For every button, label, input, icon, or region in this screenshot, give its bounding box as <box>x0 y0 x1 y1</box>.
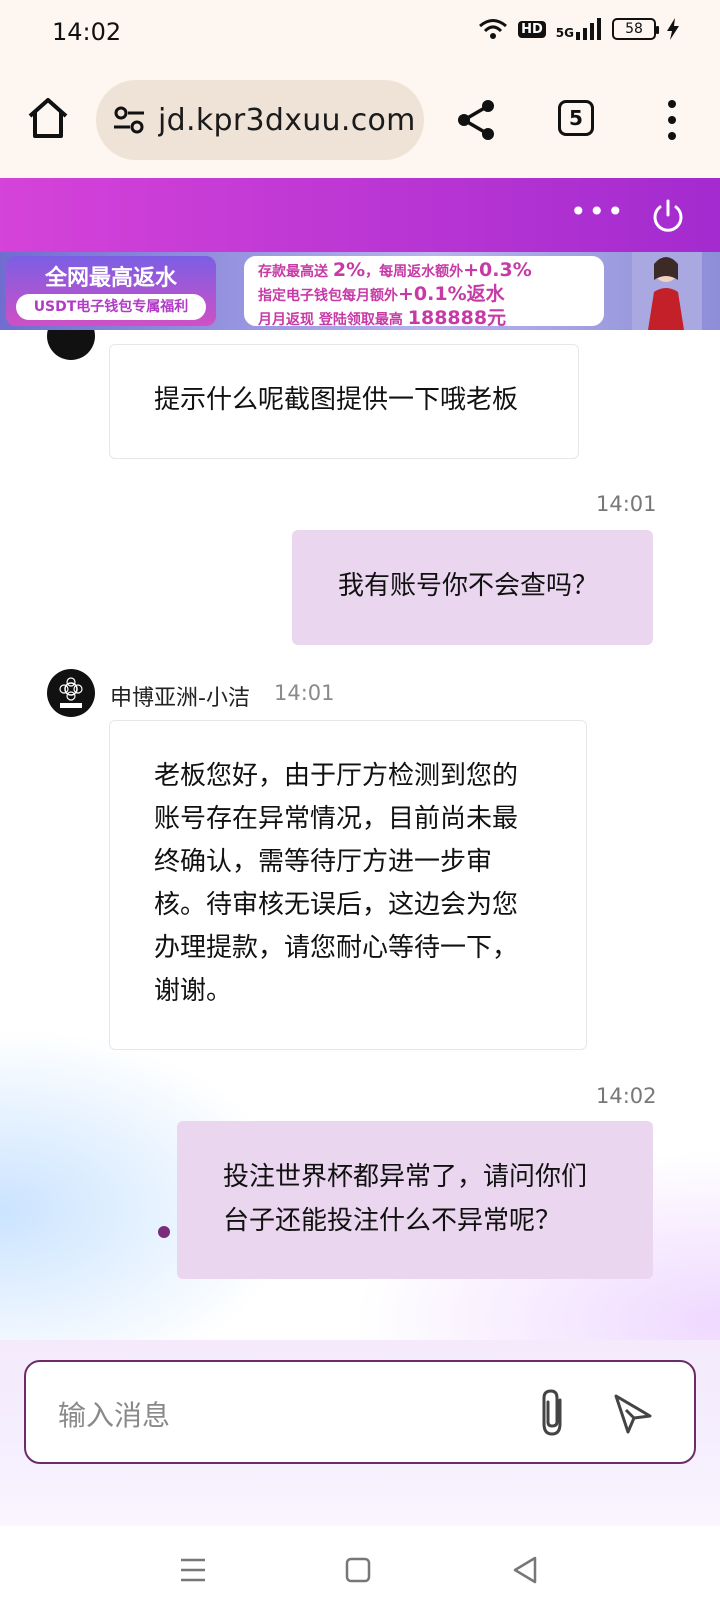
composer-area: 输入消息 <box>0 1340 720 1526</box>
message-line: 终确认，需等待厅方进一步审 <box>154 847 493 877</box>
message-text: 提示什么呢截图提供一下哦老板 <box>154 385 519 415</box>
promo-badge: 全网最高返水 USDT电子钱包专属福利 <box>6 256 216 326</box>
send-icon[interactable] <box>612 1392 654 1434</box>
incoming-message: 老板您好，由于厅方检测到您的 账号存在异常情况，目前尚未最 终确认，需等待厅方进… <box>109 720 587 1050</box>
network-type: 5G <box>555 26 574 40</box>
flower-logo-icon <box>59 677 83 708</box>
message-line: 谢谢。 <box>154 976 233 1006</box>
outgoing-message: 投注世界杯都异常了，请问你们 台子还能投注什么不异常呢？ <box>177 1121 653 1279</box>
promo-model-image <box>632 252 702 330</box>
message-line: 台子还能投注什么不异常呢？ <box>223 1206 562 1236</box>
sender-name: 申博亚洲-小洁 <box>110 686 250 711</box>
message-line: 核。待审核无误后，这边会为您 <box>154 890 519 920</box>
url-text: jd.kpr3dxuu.com <box>158 103 414 138</box>
home-nav-icon[interactable] <box>338 1550 378 1590</box>
status-time: 14:02 <box>52 18 122 46</box>
message-line: 投注世界杯都异常了，请问你们 <box>223 1162 588 1192</box>
agent-avatar <box>47 330 95 360</box>
system-nav-bar <box>0 1526 720 1612</box>
status-bar: 14:02 HD 5G 58 <box>0 0 720 64</box>
promo-line-2: 指定电子钱包每月额外+0.1%返水 <box>258 283 505 305</box>
paperclip-icon[interactable] <box>534 1388 574 1438</box>
promo-subtitle: USDT电子钱包专属福利 <box>16 294 206 320</box>
back-icon[interactable] <box>505 1550 545 1590</box>
more-vert-icon[interactable] <box>660 98 684 142</box>
app-header: ••• <box>0 178 720 252</box>
recent-apps-icon[interactable] <box>173 1550 213 1590</box>
share-icon[interactable] <box>454 98 498 142</box>
hd-badge: HD <box>518 20 546 38</box>
more-horiz-icon[interactable]: ••• <box>570 198 626 226</box>
site-settings-icon[interactable] <box>112 106 146 134</box>
message-input-placeholder: 输入消息 <box>58 1399 171 1432</box>
wifi-icon <box>479 19 508 39</box>
chat-area[interactable]: 提示什么呢截图提供一下哦老板 14:01 我有账号你不会查吗？ 申博亚洲-小洁 … <box>0 330 720 1340</box>
message-input[interactable]: 输入消息 <box>24 1360 696 1464</box>
promo-line-3: 月月返现 登陆领取最高 188888元 <box>258 307 507 329</box>
status-icons: HD 5G 58 <box>478 18 680 40</box>
message-time: 14:01 <box>596 492 657 516</box>
message-time: 14:02 <box>596 1084 657 1108</box>
charging-icon <box>667 18 679 40</box>
promo-banner[interactable]: 全网最高返水 USDT电子钱包专属福利 存款最高送 2%，每周返水额外+0.3%… <box>0 252 720 330</box>
outgoing-message: 我有账号你不会查吗？ <box>292 530 653 645</box>
agent-avatar <box>47 669 95 717</box>
unread-dot <box>158 1226 170 1238</box>
power-icon[interactable] <box>650 198 686 234</box>
browser-toolbar: jd.kpr3dxuu.com 5 <box>0 64 720 176</box>
battery-indicator: 58 <box>612 18 659 40</box>
home-icon[interactable] <box>24 94 72 142</box>
tab-switcher-button[interactable]: 5 <box>558 100 594 136</box>
message-text: 我有账号你不会查吗？ <box>338 571 599 601</box>
address-bar[interactable]: jd.kpr3dxuu.com <box>96 80 424 160</box>
promo-line-1: 存款最高送 2%，每周返水额外+0.3% <box>258 259 532 281</box>
promo-title: 全网最高返水 <box>44 266 177 291</box>
sender-time: 14:01 <box>274 681 335 705</box>
message-line: 老板您好，由于厅方检测到您的 <box>154 761 519 791</box>
message-line: 办理提款，请您耐心等待一下， <box>154 933 519 963</box>
cellular-signal-icon: 5G <box>556 18 602 40</box>
message-line: 账号存在异常情况，目前尚未最 <box>154 804 519 834</box>
signal-bars-icon <box>576 18 601 40</box>
incoming-message: 提示什么呢截图提供一下哦老板 <box>109 344 579 459</box>
promo-details: 存款最高送 2%，每周返水额外+0.3% 指定电子钱包每月额外+0.1%返水 月… <box>244 256 604 329</box>
